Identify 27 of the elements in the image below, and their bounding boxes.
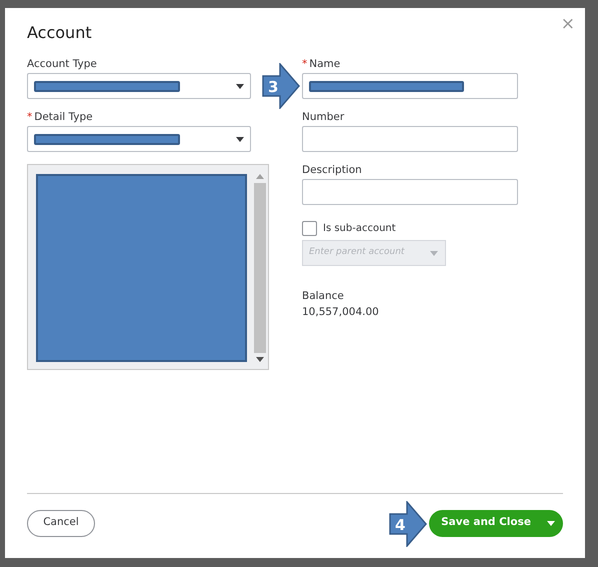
input-field[interactable] [302, 179, 518, 205]
field-label: Number [302, 111, 346, 124]
caret-icon [236, 136, 244, 142]
input-field[interactable] [302, 73, 518, 99]
callout-arrow: 4 [389, 500, 428, 546]
caret-icon [547, 520, 555, 526]
close-button[interactable]: × [560, 16, 575, 33]
field-label: * Detail Type [27, 111, 94, 124]
checkbox-label: Is sub-account [323, 222, 396, 236]
dropdown-field[interactable] [27, 73, 251, 99]
field-label: Description [302, 164, 363, 177]
input-field[interactable] [302, 126, 518, 152]
scroll-up-icon[interactable] [256, 174, 264, 179]
checkbox[interactable] [302, 221, 317, 236]
caret-icon [236, 84, 244, 88]
dialog-title: Account [27, 22, 93, 44]
save-and-close-button[interactable]: Save and Close [429, 510, 563, 536]
scroll-down-icon[interactable] [256, 357, 264, 362]
balance-label: Balance [302, 290, 345, 303]
balance-value: 10,557,004.00 [302, 305, 380, 320]
callout-arrow: 3 [262, 63, 300, 109]
field-label: Account Type [27, 58, 98, 71]
dropdown-field[interactable] [27, 126, 251, 152]
detail-list[interactable] [27, 164, 269, 370]
field-label: * Name [302, 58, 342, 71]
cancel-button[interactable]: Cancel [27, 510, 95, 536]
scrollbar[interactable] [253, 174, 266, 362]
